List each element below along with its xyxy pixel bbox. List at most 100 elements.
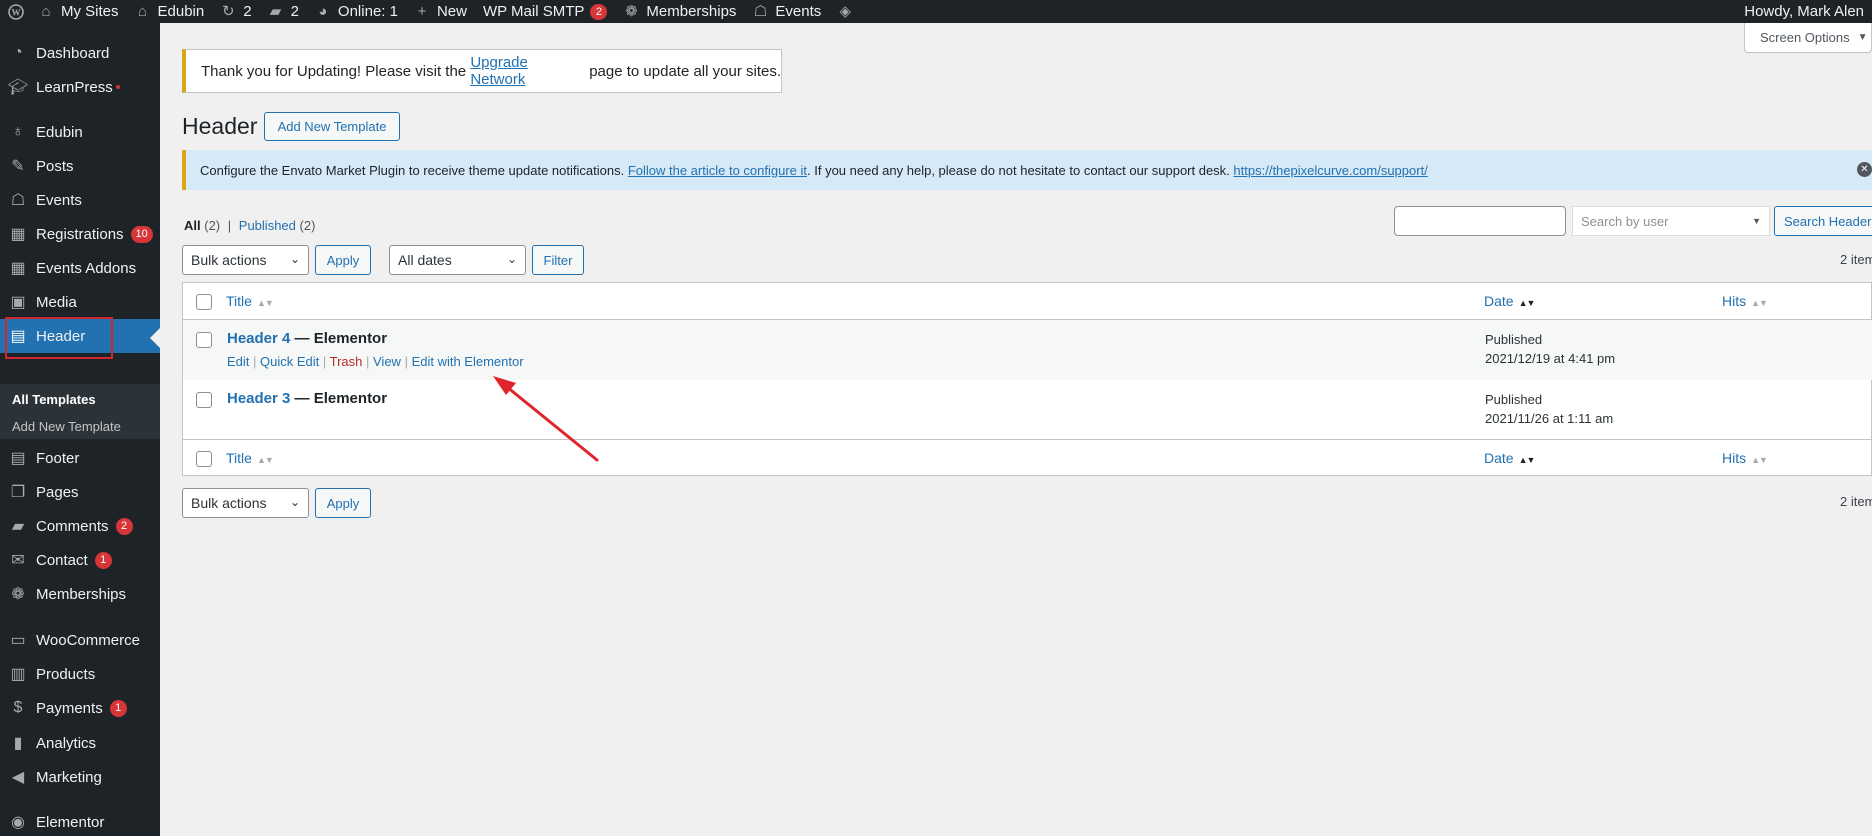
sidebar-item-marketing[interactable]: ◀ Marketing [0,760,160,794]
date-cell: Published 2021/11/26 at 1:11 am [1485,390,1613,428]
sort-icon: ▲▼ [256,455,274,465]
trash-link[interactable]: Trash [330,354,363,369]
post-status: Published [1485,332,1543,347]
new-label: New [436,3,467,20]
events-icon: ☖ [753,2,768,20]
apply-button[interactable]: Apply [315,245,371,275]
table-footer: Title ▲▼ Date ▲▼ Hits ▲▼ [183,439,1872,476]
sidebar-item-media[interactable]: ▣ Media [0,285,160,319]
sidebar-item-elementor[interactable]: ◉ Elementor [0,805,160,836]
notice-text: page to update all your sites. [585,62,781,80]
sidebar-item-label: Registrations [36,225,124,243]
search-headers-button[interactable]: Search Headers [1774,206,1872,236]
select-all-checkbox[interactable] [196,451,212,467]
follow-article-link[interactable]: Follow the article to configure it [628,163,807,178]
sidebar-item-learnpress[interactable]: 🎓︎ LearnPress [0,70,160,104]
sidebar-item-events[interactable]: ☖ Events [0,183,160,217]
apply-button-bottom[interactable]: Apply [315,488,371,518]
column-label: Title [226,450,252,466]
upgrade-network-link[interactable]: Upgrade Network [470,54,585,88]
view-link[interactable]: View [373,354,401,369]
filter-all-link[interactable]: All [184,218,201,233]
search-by-user-select[interactable]: Search by user ▼ [1572,206,1770,236]
select-all-checkbox[interactable] [196,294,212,310]
memberships-menu[interactable]: ❁ Memberships [615,0,744,23]
date-column-header[interactable]: Date ▲▼ [1484,293,1536,309]
events-menu[interactable]: ☖ Events [744,0,829,23]
add-new-template-button[interactable]: Add New Template [264,112,400,141]
sidebar-item-posts[interactable]: ✎ Posts [0,149,160,183]
svg-text:W: W [12,7,21,17]
bulk-actions-select-bottom[interactable]: Bulk actions ⌄ [182,488,309,518]
updates-menu[interactable]: ↻ 2 [212,0,259,23]
sidebar-item-products[interactable]: ▥ Products [0,657,160,691]
hits-column-footer[interactable]: Hits ▲▼ [1722,450,1768,466]
wp-mail-smtp-menu[interactable]: WP Mail SMTP 2 [475,0,615,23]
search-input[interactable] [1394,206,1566,236]
sidebar-item-footer[interactable]: ▤ Footer [0,441,160,475]
my-sites-menu[interactable]: ⌂ My Sites [30,0,127,23]
sidebar-item-registrations[interactable]: ▦ Registrations 10 [0,217,160,251]
title-column-header[interactable]: Title ▲▼ [226,293,274,309]
post-date: 2021/11/26 at 1:11 am [1485,411,1614,426]
sidebar-item-payments[interactable]: $ Payments 1 [0,691,160,725]
edit-link[interactable]: Edit [227,354,249,369]
new-content-menu[interactable]: + New [406,0,475,23]
dismiss-icon[interactable]: ✕ [1857,162,1872,177]
filter-button[interactable]: Filter [532,245,584,275]
online-menu[interactable]: ◕ Online: 1 [307,0,406,23]
sort-icon: ▲▼ [256,298,274,308]
sort-icon: ▲▼ [1518,298,1536,308]
items-count: 2 items [1840,252,1872,267]
groups-icon: ❁ [11,586,25,603]
filter-published-link[interactable]: Published [239,218,296,233]
support-link[interactable]: https://thepixelcurve.com/support/ [1233,163,1427,178]
count-badge: 10 [130,225,153,243]
sidebar-item-label: Products [36,665,96,683]
submenu-add-new-template[interactable]: Add New Template [12,419,121,434]
date-filter-select[interactable]: All dates ⌄ [389,245,526,275]
apply-label: Apply [326,252,360,268]
screen-options-button[interactable]: Screen Options ▼ [1744,23,1872,53]
sidebar-item-label: LearnPress [36,78,113,96]
pin-icon: ✎ [11,158,25,175]
sidebar-item-contact[interactable]: ✉ Contact 1 [0,543,160,577]
comments-icon: ▰ [11,518,25,535]
separator: | [227,218,232,233]
sidebar-item-label: Payments [36,699,103,717]
wordpress-logo[interactable]: W [0,0,30,23]
wordpress-icon: W [8,3,24,20]
sidebar-item-events-addons[interactable]: ▦ Events Addons [0,251,160,285]
row-title-link[interactable]: Header 3 [227,390,290,407]
filter-label: Filter [543,252,573,268]
date-column-footer[interactable]: Date ▲▼ [1484,450,1535,466]
sidebar-item-woocommerce[interactable]: ▭ WooCommerce [0,623,160,657]
site-name-menu[interactable]: ⌂ Edubin [127,0,213,23]
sidebar-item-memberships[interactable]: ❁ Memberships [0,577,160,611]
sidebar-item-analytics[interactable]: ▮ Analytics [0,726,160,760]
annotation-highlight-box [5,317,113,359]
quick-edit-link[interactable]: Quick Edit [260,354,319,369]
submenu-all-templates[interactable]: All Templates [12,392,96,407]
edit-with-elementor-link[interactable]: Edit with Elementor [412,354,524,369]
hits-column-header[interactable]: Hits ▲▼ [1722,293,1768,309]
comments-menu[interactable]: ▰ 2 [260,0,307,23]
home-icon: ⌂ [137,2,148,20]
items-count-bottom: 2 items [1840,494,1872,509]
my-account-menu[interactable]: Howdy, Mark Alen [1736,0,1872,23]
sidebar-item-pages[interactable]: ❐ Pages [0,475,160,509]
column-label: Date [1484,293,1514,309]
count-badge: 2 [115,517,133,535]
footer-icon: ▤ [10,450,26,467]
title-column-footer[interactable]: Title ▲▼ [226,450,274,466]
sidebar-item-edubin[interactable]: ♁ Edubin [0,115,160,149]
admin-bar: W ⌂ My Sites ⌂ Edubin ↻ 2 ▰ 2 ◕ Online: … [0,0,1872,23]
page-title: Header [182,113,258,139]
bulk-actions-select[interactable]: Bulk actions ⌄ [182,245,309,275]
sidebar-item-comments[interactable]: ▰ Comments 2 [0,509,160,543]
row-checkbox[interactable] [196,392,212,408]
row-title-link[interactable]: Header 4 [227,330,290,347]
diamond-menu[interactable]: ◈ [829,0,868,23]
sidebar-item-dashboard[interactable]: ◔ Dashboard [0,36,160,70]
row-checkbox[interactable] [196,332,212,348]
